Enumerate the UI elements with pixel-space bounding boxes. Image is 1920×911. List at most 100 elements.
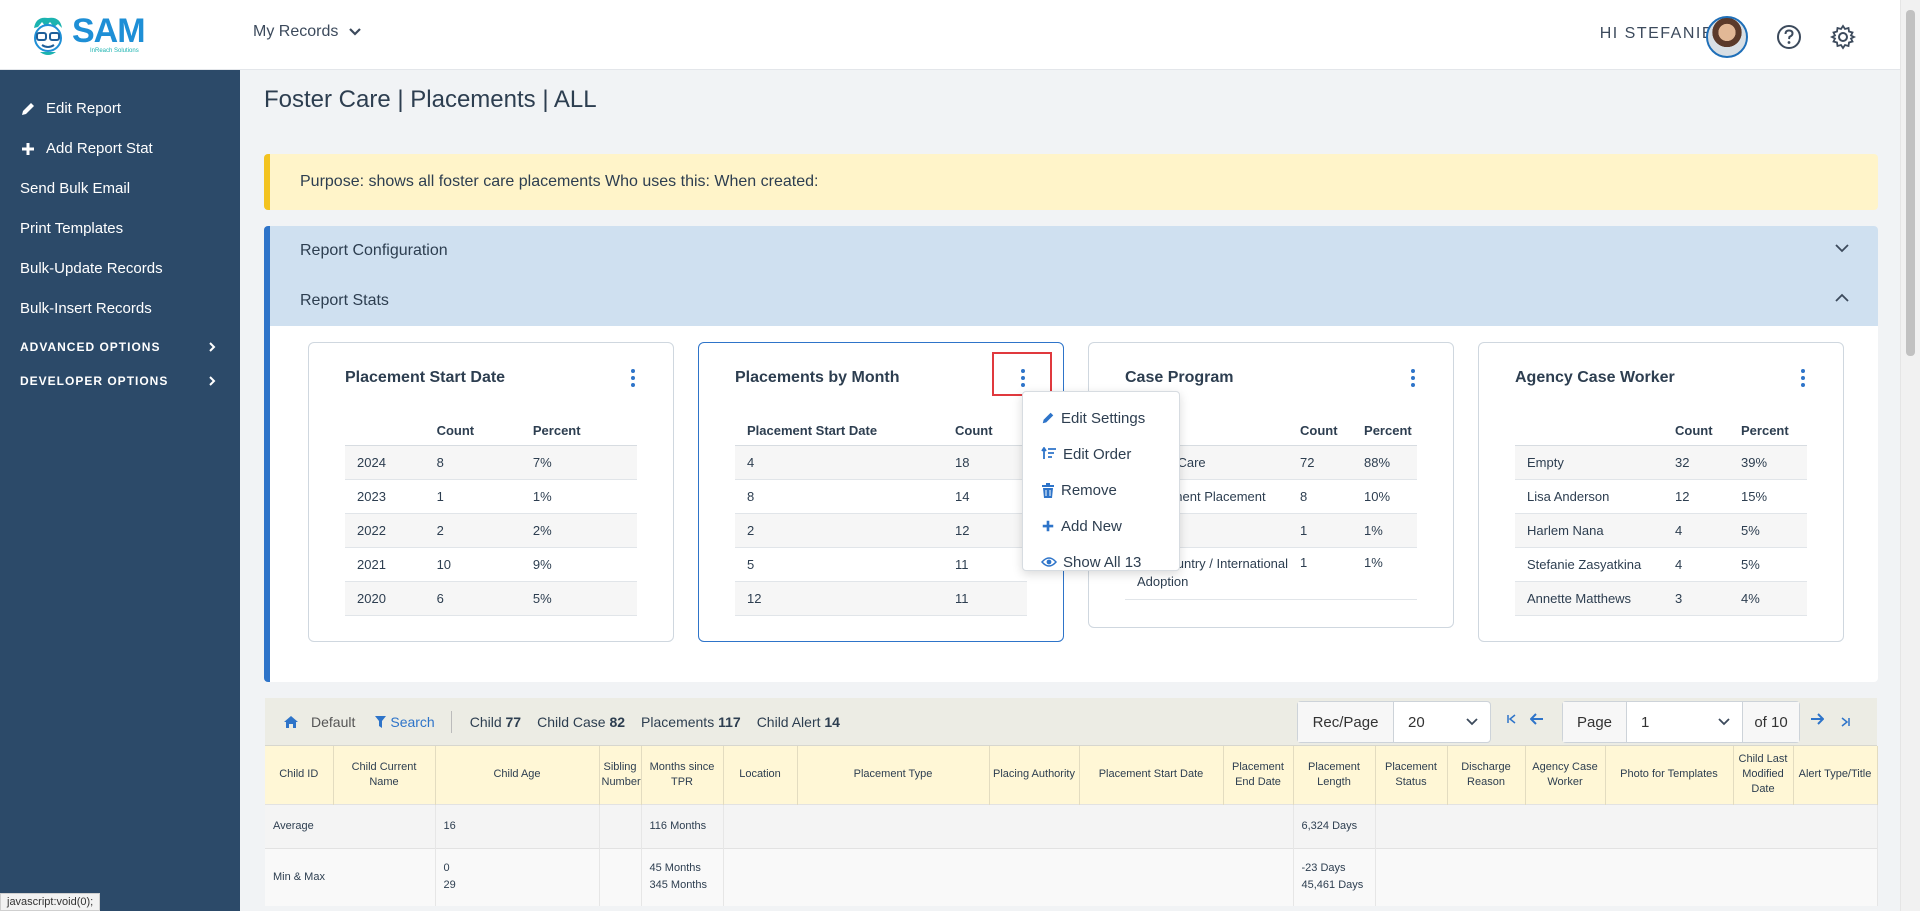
kebab-menu-icon[interactable] [629, 369, 637, 387]
home-icon[interactable] [283, 715, 299, 729]
stat-cell: 8 [1288, 479, 1353, 514]
stat-cell: 12 [735, 581, 943, 616]
menu-item-edit-settings[interactable]: Edit Settings [1023, 400, 1179, 436]
column-header[interactable]: Child Last Modified Date [1733, 746, 1794, 804]
sidebar-developer-options[interactable]: DEVELOPER OPTIONS [20, 374, 216, 388]
last-page-icon[interactable] [1840, 714, 1850, 731]
stat-cell: 1% [1352, 547, 1417, 600]
chevron-right-icon [209, 342, 216, 352]
my-records-dropdown[interactable]: My Records [253, 23, 362, 41]
stat-cell: 5% [520, 581, 637, 616]
stat-row: 4 18 [735, 445, 1027, 480]
stat-cell: 2% [520, 513, 637, 548]
table-cell [723, 803, 1294, 848]
first-page-icon[interactable] [1507, 714, 1517, 727]
sidebar-item-edit-report[interactable]: Edit Report [20, 100, 121, 117]
stat-cell: 1 [1288, 513, 1353, 548]
count-value: 14 [824, 713, 840, 730]
kebab-menu-icon[interactable] [1409, 369, 1417, 387]
column-header[interactable]: Placement Status [1375, 746, 1448, 804]
stat-table: Count Percent Empty 32 39% Lisa Anderson 12… [1515, 417, 1807, 616]
top-header: SAM InReach Solutions My Records HI STEF… [0, 0, 1900, 70]
menu-item-edit-order[interactable]: Edit Order [1023, 436, 1179, 472]
report-stats-label: Report Stats [300, 292, 389, 309]
kebab-menu-icon[interactable] [1799, 369, 1807, 387]
column-header[interactable]: Placing Authority [989, 746, 1080, 804]
column-header[interactable]: Child ID [265, 746, 334, 804]
report-configuration-toggle[interactable]: Report Configuration [270, 226, 1878, 276]
column-header[interactable]: Months since TPR [641, 746, 724, 804]
sidebar-advanced-options[interactable]: ADVANCED OPTIONS [20, 340, 216, 354]
count-label: Child Case [537, 713, 606, 730]
next-page-icon[interactable] [1810, 712, 1825, 729]
column-header[interactable]: Agency Case Worker [1525, 746, 1606, 804]
stat-cell: 4 [735, 445, 943, 480]
report-stats-toggle[interactable]: Report Stats [270, 276, 1878, 326]
chevron-down-icon [1718, 718, 1730, 726]
scrollbar-thumb[interactable] [1906, 10, 1915, 356]
count-child-case[interactable]: Child Case 82 [537, 714, 625, 730]
menu-item-label: Edit Order [1063, 445, 1132, 463]
stat-title: Agency Case Worker [1515, 369, 1675, 386]
stat-options-menu: Edit Settings Edit Order Remove Add New … [1022, 391, 1180, 571]
page-scrollbar[interactable] [1900, 0, 1920, 911]
column-header[interactable]: Child Current Name [333, 746, 436, 804]
column-header[interactable]: Placement Start Date [1079, 746, 1224, 804]
sidebar-item-send-bulk-email[interactable]: Send Bulk Email [20, 180, 130, 197]
search-link[interactable]: Search [375, 713, 435, 730]
gear-icon[interactable] [1829, 24, 1857, 55]
stat-cell: 2023 [345, 479, 425, 514]
default-view-link[interactable]: Default [311, 714, 355, 730]
stat-cell: 2020 [345, 581, 425, 616]
count-child[interactable]: Child 77 [470, 714, 521, 730]
column-header[interactable]: Location [723, 746, 798, 804]
page-value: 1 [1641, 713, 1650, 731]
page-title: Foster Care | Placements | ALL [264, 86, 597, 113]
stat-cell: Annette Matthews [1515, 581, 1663, 616]
min-value: 0 [443, 862, 450, 875]
search-label: Search [390, 713, 435, 730]
sidebar-item-label: Bulk-Update Records [20, 260, 163, 277]
stat-cell: 2 [424, 513, 521, 548]
prev-page-icon[interactable] [1529, 712, 1544, 729]
stat-cell: 39% [1729, 445, 1807, 480]
stat-cell: 3 [1663, 581, 1729, 616]
count-label: Child Alert [756, 713, 821, 730]
records-per-page-select[interactable]: Rec/Page 20 [1297, 701, 1491, 743]
sidebar-item-add-report-stat[interactable]: Add Report Stat [20, 140, 153, 157]
my-records-label: My Records [253, 23, 339, 40]
stat-header: Count [943, 417, 1027, 446]
help-icon[interactable] [1776, 24, 1802, 55]
menu-item-remove[interactable]: Remove [1023, 472, 1179, 508]
sidebar-item-label: Print Templates [20, 220, 124, 237]
stat-cell: 72 [1288, 445, 1353, 480]
average-months-tpr: 116 Months [641, 803, 724, 848]
stat-cell: 11 [943, 581, 1027, 616]
user-avatar[interactable] [1706, 16, 1748, 58]
sam-logo[interactable]: SAM InReach Solutions [28, 14, 146, 58]
count-placements[interactable]: Placements 117 [641, 714, 741, 730]
column-header[interactable]: Discharge Reason [1447, 746, 1526, 804]
sidebar-item-print-templates[interactable]: Print Templates [20, 220, 123, 237]
column-header[interactable]: Placement Length [1293, 746, 1376, 804]
stat-header: Count [1663, 417, 1729, 446]
column-header[interactable]: Child Age [435, 746, 600, 804]
menu-item-show-all[interactable]: Show All 13 [1023, 544, 1179, 580]
count-child-alert[interactable]: Child Alert 14 [757, 714, 840, 730]
column-header[interactable]: Photo for Templates [1605, 746, 1734, 804]
menu-item-label: Remove [1061, 481, 1117, 499]
stat-row: 2023 1 1% [345, 479, 637, 514]
sidebar-item-label: Bulk-Insert Records [20, 300, 152, 317]
menu-item-add-new[interactable]: Add New [1023, 508, 1179, 544]
column-header[interactable]: Sibling Number [599, 746, 642, 804]
sidebar-item-bulk-insert-records[interactable]: Bulk-Insert Records [20, 300, 152, 317]
stat-cell: 32 [1663, 445, 1729, 480]
min-value: -23 Days [1301, 862, 1346, 875]
column-header[interactable]: Alert Type/Title [1793, 746, 1878, 804]
column-header[interactable]: Placement End Date [1223, 746, 1294, 804]
stat-row: 2024 8 7% [345, 445, 637, 480]
sidebar-item-bulk-update-records[interactable]: Bulk-Update Records [20, 260, 163, 277]
page-of-total: of 10 [1743, 702, 1799, 742]
page-select[interactable]: Page 1 of 10 [1562, 701, 1800, 743]
column-header[interactable]: Placement Type [797, 746, 990, 804]
